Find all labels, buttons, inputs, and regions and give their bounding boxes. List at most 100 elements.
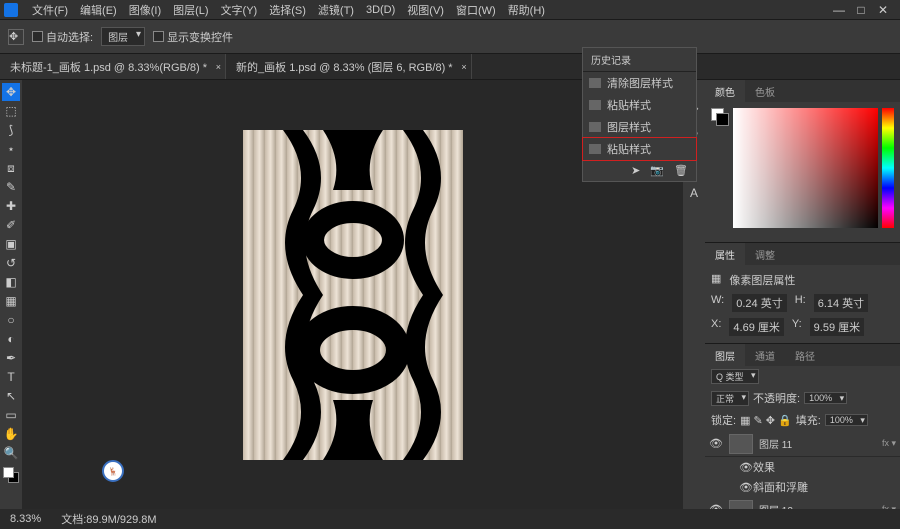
tab-properties[interactable]: 属性 xyxy=(705,243,745,265)
gradient-tool[interactable]: ▦ xyxy=(2,292,20,310)
blend-mode[interactable]: 正常 xyxy=(711,391,749,406)
history-title: 历史记录 xyxy=(583,48,696,72)
history-step-icon xyxy=(589,100,601,110)
w-value[interactable]: 0.24 英寸 xyxy=(732,294,786,312)
history-panel[interactable]: 历史记录 清除图层样式 粘贴样式 图层样式 粘贴样式 ➤ 📷 🗑 xyxy=(582,47,697,182)
menu-bar: 文件(F) 编辑(E) 图像(I) 图层(L) 文字(Y) 选择(S) 滤镜(T… xyxy=(0,0,900,20)
history-item[interactable]: 图层样式 xyxy=(583,116,696,138)
x-label: X: xyxy=(711,318,721,336)
new-snapshot-icon[interactable]: 📷 xyxy=(650,164,664,177)
blur-tool[interactable]: ○ xyxy=(2,311,20,329)
shape-tool[interactable]: ▭ xyxy=(2,406,20,424)
auto-select-checkbox[interactable]: 自动选择: xyxy=(32,29,93,45)
menu-view[interactable]: 视图(V) xyxy=(401,2,450,18)
menu-3d[interactable]: 3D(D) xyxy=(360,4,401,16)
h-value[interactable]: 6.14 英寸 xyxy=(814,294,868,312)
heal-tool[interactable]: ✚ xyxy=(2,197,20,215)
maximize-icon[interactable]: □ xyxy=(856,5,866,15)
dodge-tool[interactable]: ◐ xyxy=(2,330,20,348)
menu-help[interactable]: 帮助(H) xyxy=(502,2,551,18)
y-label: Y: xyxy=(792,318,802,336)
delete-icon[interactable]: 🗑 xyxy=(674,164,688,177)
layer-row[interactable]: 👁 图层 11 fx ▾ xyxy=(705,431,900,457)
lock-icons[interactable]: ▦ ✎ ✥ 🔒 xyxy=(740,414,792,427)
history-brush-tool[interactable]: ↺ xyxy=(2,254,20,272)
brush-tool[interactable]: ✐ xyxy=(2,216,20,234)
menu-select[interactable]: 选择(S) xyxy=(263,2,312,18)
hand-tool[interactable]: ✋ xyxy=(2,425,20,443)
color-swatch[interactable] xyxy=(3,467,19,483)
crop-tool[interactable]: ⧈ xyxy=(2,159,20,177)
menu-type[interactable]: 文字(Y) xyxy=(215,2,264,18)
layer-effect-bevel[interactable]: 👁 斜面和浮雕 xyxy=(705,477,900,497)
tools-panel: ✥ ⬚ ⟆ ⋆ ⧈ ✎ ✚ ✐ ▣ ↺ ◧ ▦ ○ ◐ ✒ T ↖ ▭ ✋ 🔍 xyxy=(0,80,22,509)
tab-channels[interactable]: 通道 xyxy=(745,344,785,366)
history-item-active[interactable]: 粘贴样式 xyxy=(583,138,696,160)
doc-tab-2[interactable]: 新的_画板 1.psd @ 8.33% (图层 6, RGB/8) * × xyxy=(226,54,472,79)
tab-layers[interactable]: 图层 xyxy=(705,344,745,366)
zoom-level[interactable]: 8.33% xyxy=(10,513,41,525)
tab-color[interactable]: 颜色 xyxy=(705,80,745,102)
layer-name[interactable]: 图层 11 xyxy=(759,436,876,451)
main-area: ✥ ⬚ ⟆ ⋆ ⧈ ✎ ✚ ✐ ▣ ↺ ◧ ▦ ○ ◐ ✒ T ↖ ▭ ✋ 🔍 … xyxy=(0,80,900,509)
close-icon[interactable]: × xyxy=(461,62,466,72)
pixel-layer-icon: ▦ xyxy=(711,272,721,288)
layer-effect[interactable]: 👁 效果 xyxy=(705,457,900,477)
type-tool[interactable]: T xyxy=(2,368,20,386)
minimize-icon[interactable]: — xyxy=(834,5,844,15)
layer-filter[interactable]: Q 类型 xyxy=(711,369,759,384)
marquee-tool[interactable]: ⬚ xyxy=(2,102,20,120)
fg-bg-swatch[interactable] xyxy=(711,108,729,126)
status-bar: 8.33% 文档:89.9M/929.8M xyxy=(0,509,900,529)
w-label: W: xyxy=(711,294,724,312)
zoom-tool[interactable]: 🔍 xyxy=(2,444,20,462)
history-item[interactable]: 清除图层样式 xyxy=(583,72,696,94)
lasso-tool[interactable]: ⟆ xyxy=(2,121,20,139)
show-transform-checkbox[interactable]: 显示变换控件 xyxy=(153,29,233,45)
opacity-value[interactable]: 100% xyxy=(804,392,847,404)
opacity-label: 不透明度: xyxy=(753,390,800,406)
menu-layer[interactable]: 图层(L) xyxy=(167,2,214,18)
show-transform-label: 显示变换控件 xyxy=(167,29,233,45)
fx-badge[interactable]: fx ▾ xyxy=(882,438,896,449)
character-icon[interactable]: A xyxy=(685,184,703,202)
tab-swatches[interactable]: 色板 xyxy=(745,80,785,102)
close-icon[interactable]: ✕ xyxy=(878,5,888,15)
wand-tool[interactable]: ⋆ xyxy=(2,140,20,158)
menu-edit[interactable]: 编辑(E) xyxy=(74,2,123,18)
doc-size[interactable]: 文档:89.9M/929.8M xyxy=(61,511,156,527)
stamp-tool[interactable]: ▣ xyxy=(2,235,20,253)
auto-select-mode[interactable]: 图层 xyxy=(101,27,145,46)
close-icon[interactable]: × xyxy=(216,62,221,72)
menu-filter[interactable]: 滤镜(T) xyxy=(312,2,360,18)
history-item[interactable]: 粘贴样式 xyxy=(583,94,696,116)
visibility-icon[interactable]: 👁 xyxy=(709,437,723,450)
properties-title: 像素图层属性 xyxy=(729,272,795,288)
tab-title: 未标题-1_画板 1.psd @ 8.33%(RGB/8) * xyxy=(10,59,207,75)
menu-window[interactable]: 窗口(W) xyxy=(450,2,502,18)
y-value[interactable]: 9.59 厘米 xyxy=(810,318,864,336)
snapshot-icon[interactable]: ➤ xyxy=(631,164,640,177)
eyedropper-tool[interactable]: ✎ xyxy=(2,178,20,196)
x-value[interactable]: 4.69 厘米 xyxy=(729,318,783,336)
canvas xyxy=(243,130,463,460)
move-tool[interactable]: ✥ xyxy=(2,83,20,101)
move-tool-icon[interactable]: ✥ xyxy=(8,29,24,45)
tab-paths[interactable]: 路径 xyxy=(785,344,825,366)
doc-tab-1[interactable]: 未标题-1_画板 1.psd @ 8.33%(RGB/8) * × xyxy=(0,54,226,79)
history-step-icon xyxy=(589,122,601,132)
history-step-icon xyxy=(589,144,601,154)
menu-file[interactable]: 文件(F) xyxy=(26,2,74,18)
tab-title: 新的_画板 1.psd @ 8.33% (图层 6, RGB/8) * xyxy=(236,59,453,75)
hue-slider[interactable] xyxy=(882,108,894,228)
color-panel: 颜色 色板 xyxy=(705,80,900,243)
pen-tool[interactable]: ✒ xyxy=(2,349,20,367)
color-field[interactable] xyxy=(733,108,878,228)
fill-value[interactable]: 100% xyxy=(825,414,868,426)
tab-adjustments[interactable]: 调整 xyxy=(745,243,785,265)
right-panels: 颜色 色板 属性 调整 ▦ 像素图层属性 W:0.24 英寸 H:6.14 英寸 xyxy=(705,80,900,509)
path-tool[interactable]: ↖ xyxy=(2,387,20,405)
checkbox-icon xyxy=(153,31,164,42)
eraser-tool[interactable]: ◧ xyxy=(2,273,20,291)
menu-image[interactable]: 图像(I) xyxy=(123,2,167,18)
